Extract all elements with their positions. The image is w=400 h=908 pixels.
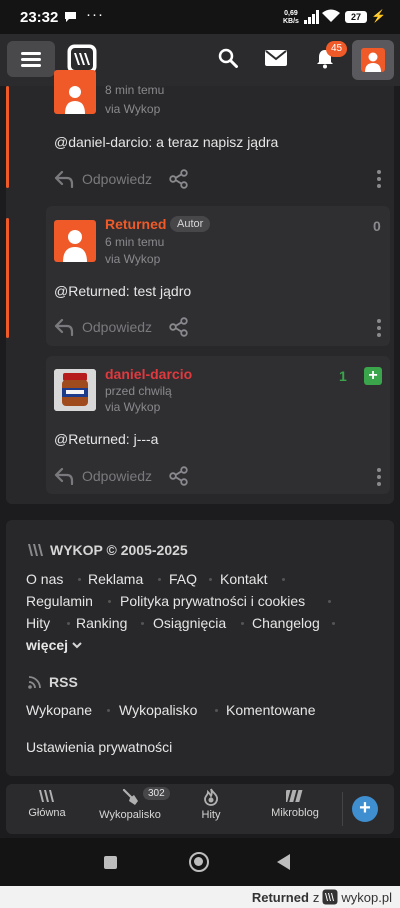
privacy-settings-link[interactable]: Ustawienia prywatności — [26, 739, 172, 755]
user-avatar — [361, 48, 385, 72]
rss-link-comments[interactable]: Komentowane — [226, 702, 316, 718]
rss-link-wykopane[interactable]: Wykopane — [26, 702, 92, 718]
jar-photo-icon — [54, 369, 96, 411]
reply-button[interactable]: Odpowiedz — [54, 318, 152, 336]
wykopalisko-count-badge: 302 — [143, 787, 170, 800]
reply-icon — [54, 318, 74, 336]
bottom-nav-hits[interactable]: Hity — [171, 788, 251, 821]
reply-button[interactable]: Odpowiedz — [54, 467, 152, 485]
bottom-navigation: Główna Wykopalisko 302 Hity Mikroblog + — [6, 784, 394, 834]
avatar[interactable] — [54, 220, 96, 262]
default-avatar-icon — [65, 86, 85, 114]
system-navigation-bar — [0, 838, 400, 886]
vote-count: 1 — [339, 368, 347, 384]
bottom-nav-home[interactable]: Główna — [7, 788, 87, 819]
chevron-down-icon — [72, 641, 82, 648]
avatar[interactable] — [54, 70, 96, 114]
shovel-icon — [122, 788, 138, 805]
footer-link-privacy-policy[interactable]: Polityka prywatności i cookies — [120, 593, 305, 609]
reply-thread-indicator — [6, 86, 9, 188]
footer: WYKOP © 2005-2025 O nas Reklama FAQ Kont… — [6, 520, 394, 776]
footer-link-hits[interactable]: Hity — [26, 615, 50, 631]
home-icon — [39, 790, 54, 802]
status-bar: 23:32 ··· 0,69 KB/s 27 ⚡ — [0, 0, 400, 34]
microblog-icon — [286, 790, 303, 802]
share-icon[interactable] — [169, 317, 189, 337]
watermark-z: z — [312, 889, 320, 905]
footer-link-achievements[interactable]: Osiągnięcia — [153, 615, 226, 631]
message-notification-icon — [65, 12, 76, 22]
watermark: Returned z wykop.pl — [0, 886, 400, 908]
share-icon[interactable] — [169, 466, 189, 486]
wykop-logo-icon — [322, 889, 338, 905]
comment-source: via Wykop — [105, 252, 161, 266]
more-options-icon[interactable] — [377, 319, 381, 340]
home-button[interactable] — [189, 852, 209, 872]
notifications-badge: 45 — [326, 41, 348, 57]
footer-link-about[interactable]: O nas — [26, 571, 63, 587]
battery-indicator: 27 — [345, 11, 367, 23]
watermark-site: wykop.pl — [341, 889, 392, 905]
comment-time: 6 min temu — [105, 235, 165, 249]
comment-source: via Wykop — [105, 102, 161, 116]
back-button[interactable] — [277, 854, 290, 870]
flame-icon — [204, 788, 219, 806]
signal-icon — [304, 10, 319, 24]
footer-link-ranking[interactable]: Ranking — [76, 615, 127, 631]
footer-brand: WYKOP © 2005-2025 — [28, 542, 188, 558]
menu-button[interactable] — [7, 41, 55, 77]
comment-time: przed chwilą — [105, 384, 172, 398]
menu-icon — [21, 52, 41, 55]
comment-body: @daniel-darcio: a teraz napisz jądra — [54, 134, 279, 150]
rss-section-title: RSS — [28, 674, 78, 690]
reply-icon — [54, 170, 74, 188]
bottom-nav-microblog[interactable]: Mikroblog — [255, 788, 335, 819]
add-post-button[interactable]: + — [352, 796, 378, 822]
default-avatar-icon — [63, 230, 87, 262]
rss-link-wykopalisko[interactable]: Wykopalisko — [119, 702, 197, 718]
avatar[interactable] — [54, 369, 96, 411]
reply-thread-indicator — [6, 218, 9, 338]
wykop-mark-icon — [28, 544, 43, 556]
default-avatar-icon — [365, 52, 381, 72]
comment-source: via Wykop — [105, 400, 161, 414]
footer-link-ads[interactable]: Reklama — [88, 571, 143, 587]
comment-time: 8 min temu — [105, 83, 165, 97]
footer-link-contact[interactable]: Kontakt — [220, 571, 267, 587]
recents-button[interactable] — [104, 856, 117, 869]
mail-icon[interactable] — [265, 50, 287, 66]
share-icon[interactable] — [169, 169, 189, 189]
reply-icon — [54, 467, 74, 485]
more-notifications-icon: ··· — [86, 6, 104, 23]
footer-link-faq[interactable]: FAQ — [169, 571, 197, 587]
footer-more-button[interactable]: więcej — [26, 637, 82, 653]
footer-link-terms[interactable]: Regulamin — [26, 593, 93, 609]
footer-link-changelog[interactable]: Changelog — [252, 615, 320, 631]
more-options-icon[interactable] — [377, 468, 381, 489]
comment-body: @Returned: test jądro — [54, 283, 192, 299]
comment-body: @Returned: j---a — [54, 431, 159, 447]
more-options-icon[interactable] — [377, 170, 381, 191]
comments-feed: 8 min temu via Wykop @daniel-darcio: a t… — [0, 70, 400, 506]
watermark-user: Returned — [251, 889, 309, 905]
network-speed: 0,69 KB/s — [283, 10, 299, 25]
comment-author[interactable]: Returned — [105, 216, 166, 232]
wifi-icon — [322, 9, 340, 22]
rss-icon — [28, 675, 41, 689]
clock: 23:32 — [20, 9, 59, 26]
search-icon[interactable] — [218, 48, 238, 68]
upvote-button[interactable]: + — [364, 367, 382, 385]
reply-button[interactable]: Odpowiedz — [54, 170, 152, 188]
charging-icon: ⚡ — [371, 9, 386, 23]
user-profile-button[interactable] — [352, 40, 394, 80]
author-badge: Autor — [170, 216, 211, 232]
comment-author[interactable]: daniel-darcio — [105, 366, 192, 382]
vote-count: 0 — [373, 218, 381, 234]
